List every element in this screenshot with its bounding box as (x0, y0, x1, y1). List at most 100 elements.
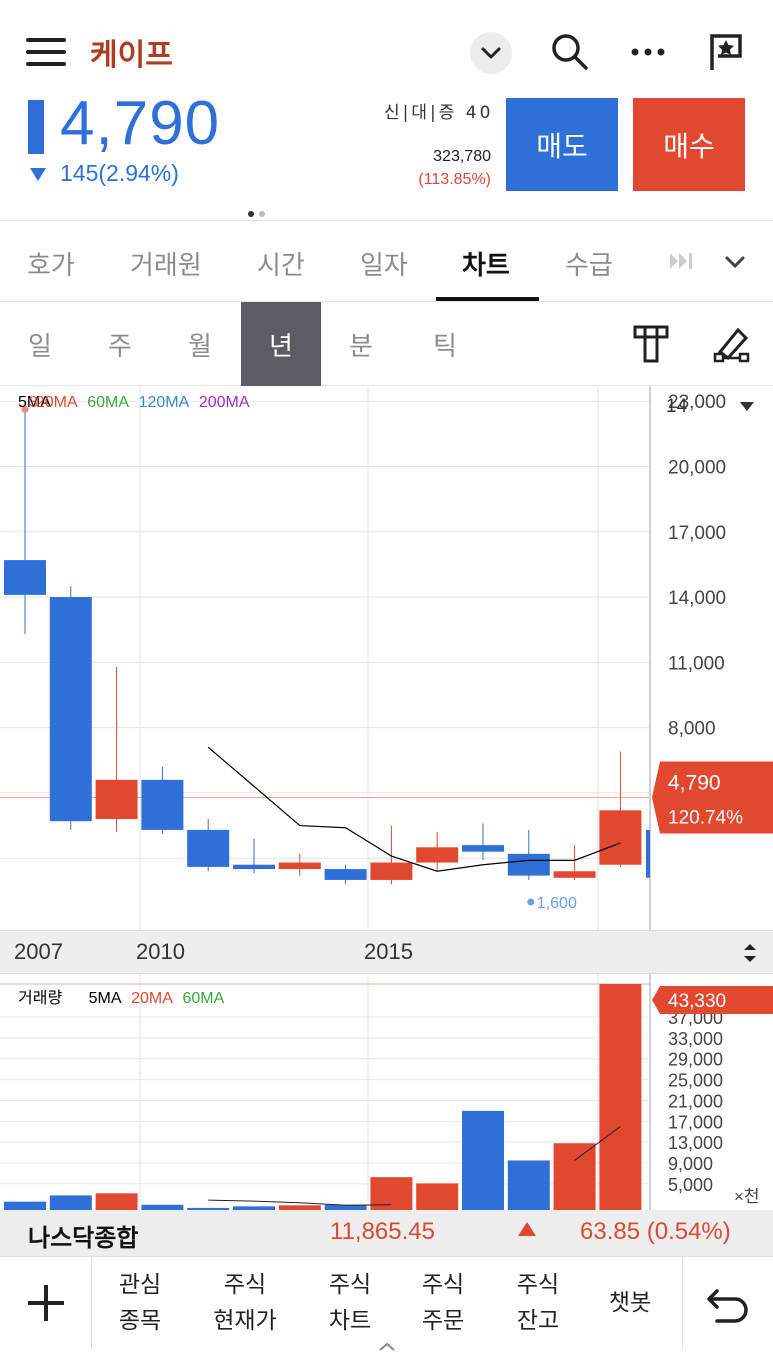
ma5-line (207, 746, 621, 872)
nav-chatbot[interactable]: 챗봇 (585, 1285, 675, 1321)
candle-body (370, 862, 413, 880)
nav-label-line1: 주식 (421, 1272, 465, 1298)
buy-button[interactable]: 매수 (633, 98, 745, 191)
drawing-tool-icon[interactable] (712, 324, 752, 364)
volume-tick-label: 17,000 (668, 1112, 723, 1132)
period-count-dropdown-icon[interactable] (740, 402, 754, 411)
candle-body (599, 810, 642, 865)
trade-volume-ratio: (113.85%) (418, 171, 491, 188)
volume-bar (4, 1201, 46, 1210)
candle-body (416, 847, 459, 863)
undo-arrow-icon (707, 1289, 748, 1323)
tab-chart[interactable]: 차트 (462, 245, 510, 282)
volume-current-value: 43,330 (668, 991, 726, 1012)
volume-legend-ma20: 20MA (131, 990, 173, 1007)
volume-tick-label: 5,000 (668, 1175, 713, 1195)
page-indicator (248, 202, 270, 221)
volume-chart[interactable]: 37,00033,00029,00025,00021,00017,00013,0… (0, 974, 773, 1210)
tab-orderbook[interactable]: 호가 (27, 245, 75, 282)
active-tab-indicator (436, 297, 539, 301)
period-tick[interactable]: 틱 (405, 302, 485, 386)
volume-bar (462, 1110, 504, 1210)
candle-body (141, 779, 184, 830)
page-dot (259, 211, 265, 217)
date-label: 2010 (136, 939, 185, 964)
nav-label-line1: 주식 (328, 1272, 372, 1298)
nav-label-line2: 현재가 (213, 1308, 277, 1334)
back-button[interactable] (682, 1257, 773, 1349)
date-axis[interactable]: 2007 2010 2015 (0, 930, 773, 974)
candle-body (95, 779, 138, 820)
tab-expand-chevron-icon[interactable] (722, 249, 748, 275)
candle-body (278, 862, 321, 870)
legend-ma20: 20MA (35, 394, 77, 411)
current-price: 4,790 (60, 89, 221, 158)
candle-body (553, 871, 596, 878)
detail-tabs: 호가 거래원 시간 일자 차트 수급 (0, 220, 773, 302)
candle-body (49, 597, 92, 822)
period-selector: 일 주 월 년 분 틱 (0, 302, 773, 386)
nav-label-line2: 주문 (421, 1308, 465, 1334)
tab-daily[interactable]: 일자 (360, 245, 408, 282)
up-triangle-icon (518, 1222, 536, 1236)
nav-watchlist[interactable]: 관심 종목 (95, 1267, 185, 1339)
resize-arrows-icon[interactable] (740, 941, 760, 965)
volume-tick-label: 33,000 (668, 1029, 723, 1049)
volume-legend: 거래량 5MA 20MA 60MA (18, 984, 224, 1008)
price-change-value: 145(2.94%) (60, 160, 179, 186)
volume-unit-label: ×천 (734, 1187, 760, 1206)
tab-overflow-icon[interactable] (668, 247, 694, 275)
bookmark-star-icon[interactable] (704, 30, 748, 74)
price-direction-bar (28, 100, 44, 154)
price-tick-label: 8,000 (668, 719, 716, 740)
indicator-settings-icon[interactable] (632, 324, 670, 364)
chevron-down-icon[interactable] (470, 32, 512, 74)
nav-label-line2: 종목 (118, 1308, 162, 1334)
nav-stock-balance[interactable]: 주식 잔고 (493, 1267, 583, 1339)
tab-time[interactable]: 시간 (257, 245, 305, 282)
volume-bar (416, 1183, 459, 1210)
price-chart-panel[interactable]: 23,000 20,000 17,000 14,000 11,000 8,000 1,600… (0, 386, 773, 930)
sell-button[interactable]: 매도 (506, 98, 618, 191)
volume-legend-ma5: 5MA (88, 990, 121, 1007)
volume-tick-label: 25,000 (668, 1071, 723, 1091)
tab-brokers[interactable]: 거래원 (130, 245, 202, 282)
volume-tick-label: 21,000 (668, 1091, 723, 1111)
add-menu-button[interactable] (0, 1257, 92, 1349)
chevron-up-icon[interactable] (378, 1337, 396, 1351)
index-value: 11,865.45 (330, 1218, 435, 1245)
down-triangle-icon (30, 168, 46, 182)
stock-name[interactable]: 케이프 (90, 30, 173, 74)
period-year[interactable]: 년 (241, 302, 321, 386)
price-chart[interactable]: 23,00020,00017,00014,00011,0008,0001,600… (0, 386, 773, 930)
page-dot-active (248, 211, 254, 217)
volume-legend-ma60: 60MA (182, 990, 225, 1007)
volume-bar (49, 1195, 92, 1210)
legend-overlap: 3 (28, 394, 38, 411)
price-tick-label: 20,000 (668, 458, 726, 479)
volume-chart-panel[interactable]: 37,000 33,000 29,000 25,000 21,000 17,000 13,0… (0, 974, 773, 1210)
nav-stock-quote[interactable]: 주식현재가 (200, 1267, 290, 1339)
period-day[interactable]: 일 (0, 302, 80, 386)
low-price-label: 1,600 (537, 895, 577, 912)
nav-stock-order[interactable]: 주식주문 (398, 1267, 488, 1339)
period-minute[interactable]: 분 (321, 302, 401, 386)
volume-bar (599, 984, 642, 1210)
volume-bar (553, 1143, 596, 1210)
date-label: 2015 (364, 939, 413, 964)
search-icon[interactable] (548, 30, 592, 74)
menu-icon[interactable] (26, 36, 66, 68)
more-icon[interactable] (626, 30, 670, 74)
credit-info: 신|대|증 40 (384, 103, 494, 123)
nav-stock-chart[interactable]: 주식차트 (305, 1267, 395, 1339)
low-marker (527, 898, 535, 906)
price-tick-label: 17,000 (668, 523, 726, 544)
period-week[interactable]: 주 (80, 302, 160, 386)
date-label: 2007 (14, 939, 63, 964)
market-index-bar[interactable]: 나스닥종합 11,865.45 63.85 (0.54%) (0, 1210, 773, 1256)
period-month[interactable]: 월 (160, 302, 240, 386)
nav-label-line1: 주식 (223, 1272, 267, 1298)
tab-supply[interactable]: 수급 (565, 245, 613, 282)
period-count[interactable]: 14 (666, 396, 687, 418)
nav-label-line2: 차트 (328, 1308, 372, 1334)
